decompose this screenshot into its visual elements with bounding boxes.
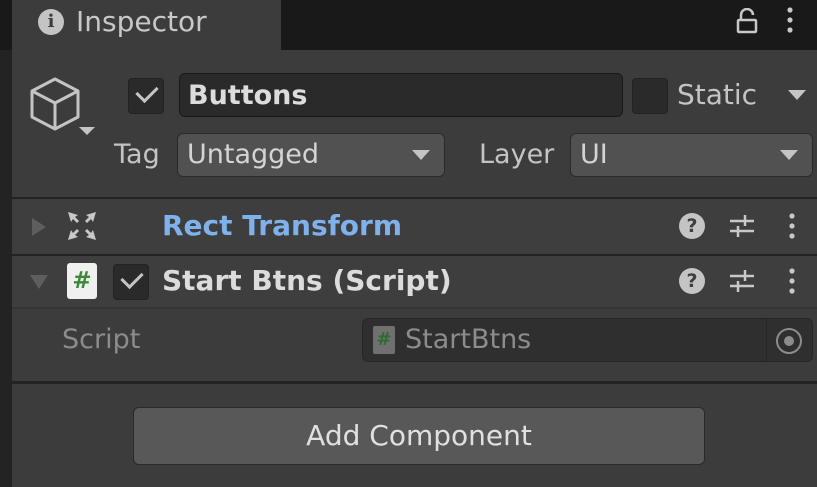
static-dropdown-icon[interactable] <box>786 88 808 102</box>
left-gutter <box>0 50 12 487</box>
tag-dropdown-value: Untagged <box>187 139 320 170</box>
tag-label: Tag <box>114 139 160 170</box>
cube-icon[interactable] <box>28 75 98 140</box>
foldout-collapsed-icon[interactable] <box>30 216 48 238</box>
name-input-value: Buttons <box>188 80 308 111</box>
presets-icon[interactable] <box>728 268 756 294</box>
component-enabled-checkbox[interactable] <box>113 264 149 300</box>
add-component-button[interactable]: Add Component <box>133 407 705 465</box>
check-mark-icon <box>120 265 144 290</box>
chevron-down-icon <box>412 150 430 160</box>
rect-transform-icon <box>68 212 96 240</box>
info-icon: i <box>38 9 64 35</box>
tab-title[interactable]: Inspector <box>76 4 207 40</box>
divider <box>12 197 817 199</box>
csharp-script-icon: # <box>67 263 97 299</box>
help-icon[interactable]: ? <box>679 213 705 239</box>
presets-icon[interactable] <box>728 213 756 239</box>
script-field-label: Script <box>62 324 141 355</box>
component-title: Start Btns (Script) <box>162 264 452 297</box>
component-menu-icon[interactable] <box>787 267 797 295</box>
static-label: Static <box>677 78 758 111</box>
kebab-menu-icon[interactable] <box>780 6 800 34</box>
check-mark-icon <box>135 79 159 104</box>
help-icon[interactable]: ? <box>679 268 705 294</box>
static-checkbox[interactable] <box>632 78 668 114</box>
active-checkbox[interactable] <box>128 78 164 114</box>
divider <box>12 307 817 309</box>
object-picker-dot <box>784 336 794 346</box>
divider <box>12 381 817 384</box>
layer-label: Layer <box>479 139 555 170</box>
foldout-expanded-icon[interactable] <box>28 273 50 291</box>
lock-icon[interactable] <box>736 8 758 34</box>
chevron-down-icon <box>780 150 798 160</box>
script-object-field-value: StartBtns <box>405 324 532 355</box>
field-separator <box>766 319 767 361</box>
layer-dropdown-value: UI <box>580 139 608 170</box>
component-title: Rect Transform <box>162 209 403 242</box>
component-menu-icon[interactable] <box>787 212 797 240</box>
csharp-script-icon: # <box>373 326 395 354</box>
